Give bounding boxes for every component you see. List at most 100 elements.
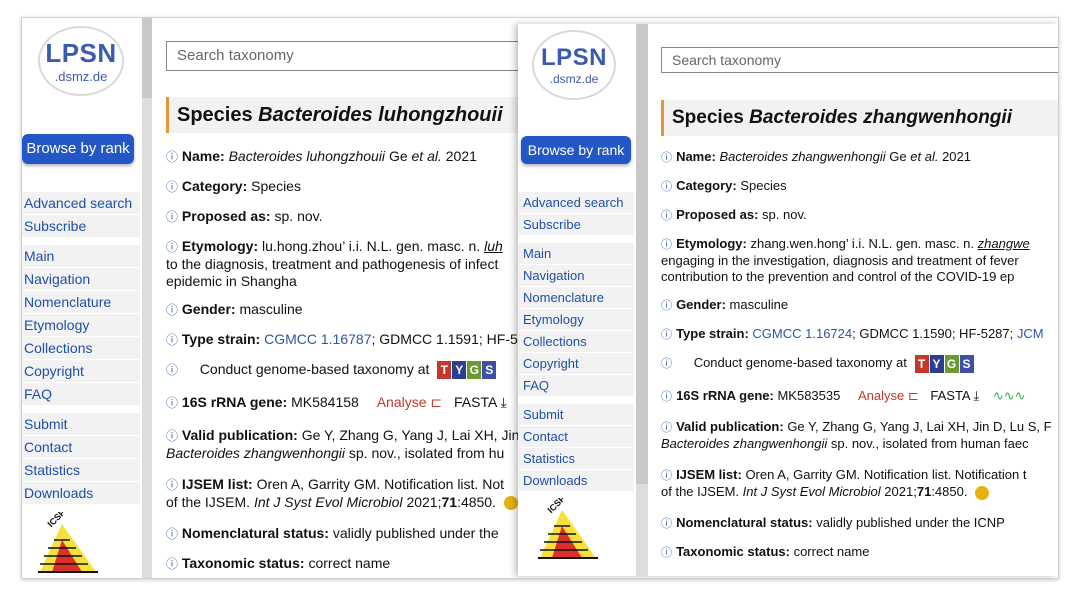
etymology-label: Etymology: (181, 238, 259, 254)
info-icon[interactable]: ⓘ (166, 180, 178, 194)
lpsn-logo[interactable]: LPSN .dsmz.de (38, 26, 124, 96)
info-icon[interactable]: ⓘ (166, 478, 178, 492)
sidebar-scrollbar[interactable] (636, 24, 648, 576)
info-icon[interactable]: ⓘ (661, 470, 672, 482)
info-icon[interactable]: ⓘ (661, 391, 672, 403)
info-icon[interactable]: ⓘ (166, 396, 178, 410)
info-icon[interactable]: ⓘ (661, 152, 672, 164)
sidebar-item-navigation[interactable]: Navigation (22, 267, 140, 290)
analyse-link[interactable]: Analyse ⊏ (858, 388, 919, 403)
menu-gap (518, 235, 634, 242)
download-icon: ⤓ (496, 394, 507, 410)
sidebar-item-collections[interactable]: Collections (22, 336, 140, 359)
sidebar-item-faq[interactable]: FAQ (22, 382, 140, 405)
name-year: 2021 (445, 148, 477, 164)
tygs-logo[interactable]: TYGS (437, 361, 497, 380)
scrollbar-thumb[interactable] (142, 18, 152, 98)
info-icon[interactable]: ⓘ (166, 240, 178, 254)
info-icon[interactable]: ⓘ (166, 333, 178, 347)
ijsem-text: Oren A, Garrity GM. Notification list. N… (745, 467, 1027, 482)
sidebar-item-advanced-search[interactable]: Advanced search (22, 191, 140, 214)
scrollbar-thumb[interactable] (636, 24, 648, 484)
info-icon[interactable]: ⓘ (166, 429, 178, 443)
taxo-label: Taxonomic status: (181, 555, 305, 571)
name-value: Bacteroides zhangwenhongii (719, 149, 886, 164)
sidebar-item-etymology[interactable]: Etymology (22, 313, 140, 336)
gender-label: Gender: (181, 301, 236, 317)
info-icon[interactable]: ⓘ (166, 303, 178, 317)
fasta-label: FASTA (930, 388, 970, 403)
ijsem-volume: 71 (916, 484, 932, 499)
info-icon[interactable]: ⓘ (166, 210, 178, 224)
info-icon[interactable]: ⓘ (661, 329, 672, 341)
sequence-wave-icon[interactable]: ∿∿∿ (993, 388, 1026, 403)
fasta-link[interactable]: FASTA ⤓ (930, 388, 979, 403)
type-strain-rest: ; GDMCC 1.1590; HF-5287; (852, 326, 1014, 341)
ijsem-row: ⓘ IJSEM list: Oren A, Garrity GM. Notific… (166, 476, 518, 511)
type-strain-link[interactable]: CGMCC 1.16787 (264, 331, 371, 347)
sidebar-item-main[interactable]: Main (22, 244, 140, 267)
title-species-name: Bacteroides zhangwenhongii (749, 107, 1012, 128)
main-content: Search taxonomy Species Bacteroides luho… (166, 18, 520, 578)
ijsem-label: IJSEM list: (181, 476, 253, 492)
sidebar-item-downloads[interactable]: Downloads (518, 469, 634, 491)
info-icon[interactable]: ⓘ (661, 181, 672, 193)
sidebar-item-nomenclature[interactable]: Nomenclature (518, 286, 634, 308)
sidebar-item-contact[interactable]: Contact (22, 435, 140, 458)
fasta-link[interactable]: FASTA ⤓ (454, 394, 507, 410)
sidebar-item-contact[interactable]: Contact (518, 425, 634, 447)
analyse-link[interactable]: Analyse ⊏ (377, 394, 442, 410)
browse-by-rank-button[interactable]: Browse by rank (521, 136, 631, 164)
type-strain-row: ⓘ Type strain: CGMCC 1.16787; GDMCC 1.159… (166, 331, 518, 348)
sidebar-item-main[interactable]: Main (518, 242, 634, 264)
sidebar-item-subscribe[interactable]: Subscribe (22, 214, 140, 237)
sidebar-item-statistics[interactable]: Statistics (518, 447, 634, 469)
sidebar-item-etymology[interactable]: Etymology (518, 308, 634, 330)
info-icon[interactable]: ⓘ (166, 363, 178, 377)
altmetric-badge-icon[interactable] (503, 496, 518, 511)
info-icon[interactable]: ⓘ (661, 300, 672, 312)
type-strain-link[interactable]: CGMCC 1.16724 (752, 326, 852, 341)
sidebar-item-faq[interactable]: FAQ (518, 374, 634, 396)
info-icon[interactable]: ⓘ (661, 210, 672, 222)
sidebar-item-collections[interactable]: Collections (518, 330, 634, 352)
search-input[interactable]: Search taxonomy (661, 47, 1058, 73)
etymology-text: zhang.wen.hong’ i.i. N.L. gen. masc. n. (750, 236, 975, 251)
altmetric-badge-icon[interactable] (975, 485, 990, 500)
sidebar-item-navigation[interactable]: Navigation (518, 264, 634, 286)
gender-value: masculine (239, 301, 303, 317)
sidebar-item-submit[interactable]: Submit (518, 403, 634, 425)
sidebar-item-copyright[interactable]: Copyright (518, 352, 634, 374)
sidebar-item-nomenclature[interactable]: Nomenclature (22, 290, 140, 313)
tygs-letter-g: G (467, 361, 482, 380)
etymology-line3: epidemic in Shangha (166, 273, 297, 289)
info-icon[interactable]: ⓘ (661, 422, 672, 434)
icsp-logo: ICSP (538, 498, 598, 559)
info-icon[interactable]: ⓘ (166, 527, 178, 541)
proposed-value: sp. nov. (274, 208, 323, 224)
sidebar-menu: Advanced search Subscribe Main Navigatio… (518, 191, 634, 491)
proposed-label: Proposed as: (181, 208, 271, 224)
info-icon[interactable]: ⓘ (661, 518, 672, 530)
info-icon[interactable]: ⓘ (166, 150, 178, 164)
browse-by-rank-button[interactable]: Browse by rank (22, 134, 134, 164)
sidebar-item-subscribe[interactable]: Subscribe (518, 213, 634, 235)
info-icon[interactable]: ⓘ (661, 547, 672, 559)
type-strain-link-jcm[interactable]: JCM (1017, 326, 1044, 341)
lpsn-logo[interactable]: LPSN .dsmz.de (532, 30, 616, 100)
sidebar-item-statistics[interactable]: Statistics (22, 458, 140, 481)
tygs-logo[interactable]: TYGS (914, 355, 975, 373)
etymology-row: ⓘ Etymology: zhang.wen.hong’ i.i. N.L. ge… (661, 236, 1030, 285)
sidebar-item-advanced-search[interactable]: Advanced search (518, 191, 634, 213)
info-icon[interactable]: ⓘ (661, 239, 672, 251)
sidebar-item-downloads[interactable]: Downloads (22, 481, 140, 504)
info-icon[interactable]: ⓘ (661, 358, 672, 370)
name-author: Ge (388, 148, 408, 164)
sidebar-item-copyright[interactable]: Copyright (22, 359, 140, 382)
info-icon[interactable]: ⓘ (166, 557, 178, 571)
search-input[interactable]: Search taxonomy (166, 41, 520, 71)
ijsem-journal: Int J Syst Evol Microbiol (742, 484, 881, 499)
nomen-value: validly published under the (332, 525, 499, 541)
sidebar-scrollbar[interactable] (142, 18, 152, 578)
sidebar-item-submit[interactable]: Submit (22, 412, 140, 435)
